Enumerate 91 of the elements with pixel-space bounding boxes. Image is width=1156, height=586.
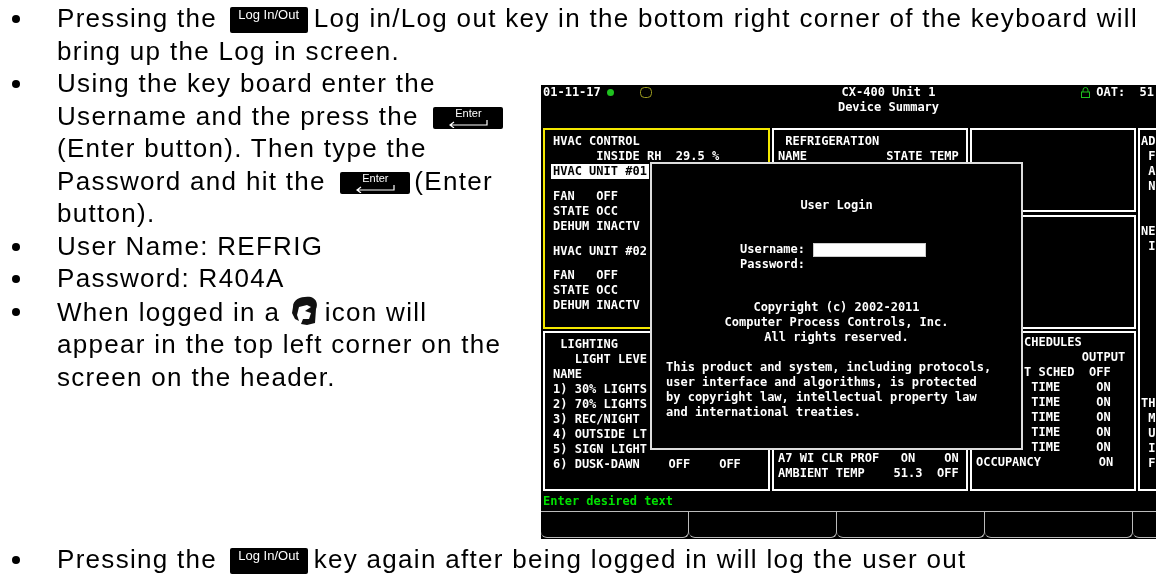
instruction-text: bring up the Log in screen. bbox=[57, 35, 400, 66]
bullet-icon bbox=[12, 242, 20, 251]
screen-text: 2) 70% LIGHTS bbox=[553, 397, 647, 412]
dialog-title: User Login bbox=[799, 198, 874, 213]
screen-text: A7 WI CLR PROF ON ON bbox=[778, 451, 959, 466]
screen-subtitle: Device Summary bbox=[837, 100, 940, 115]
screen-text: U bbox=[1147, 426, 1156, 441]
unit-name[interactable]: HVAC UNIT #01 bbox=[551, 164, 649, 179]
screen-text: M bbox=[1147, 411, 1156, 426]
screen-text: NAME STATE TEMP bbox=[778, 149, 959, 164]
notice-text: This product and system, including protocols, bbox=[666, 360, 993, 375]
bullet-icon bbox=[12, 15, 20, 23]
copyright-text: All rights reserved. bbox=[763, 330, 910, 345]
panel-title: HVAC CONTROL bbox=[553, 134, 640, 149]
instruction-text: User Name: REFRIG bbox=[57, 230, 324, 261]
key-label: Enter bbox=[362, 171, 389, 185]
screen-text: AMBIENT TEMP 51.3 OFF bbox=[778, 466, 959, 481]
username-field[interactable] bbox=[813, 242, 926, 257]
bullet-icon bbox=[12, 556, 20, 564]
instruction-text: Pressing the bbox=[57, 3, 218, 33]
screen-text: I bbox=[1147, 239, 1156, 254]
badge-icon bbox=[639, 87, 652, 98]
screen-text: STATE OCC bbox=[553, 283, 619, 299]
instruction-text: Using the key board enter the bbox=[57, 68, 436, 98]
instruction-text: Pressing the bbox=[57, 544, 218, 574]
screen-text: TIME ON bbox=[1030, 380, 1111, 395]
screen-text: 4) OUTSIDE LT bbox=[553, 427, 647, 442]
screen-text: STATE OCC bbox=[553, 203, 619, 219]
panel-title: CHEDULES bbox=[1024, 335, 1082, 350]
screen-text: TIME ON bbox=[1030, 440, 1111, 455]
lock-icon bbox=[1081, 87, 1091, 98]
screen-text: T SCHED OFF bbox=[1024, 365, 1111, 380]
screen-text: A bbox=[1147, 164, 1156, 179]
instruction-text: screen on the header. bbox=[57, 361, 336, 392]
instruction-text: key again after being logged in will log the user out bbox=[313, 544, 967, 574]
panel-title: REFRIGERATION bbox=[784, 134, 880, 149]
username-label: Username: bbox=[740, 242, 807, 257]
password-label: Password: bbox=[740, 257, 807, 272]
log-in-out-key: Log In/Out bbox=[229, 7, 308, 34]
panel-title: LIGHTING bbox=[559, 337, 618, 352]
notice-text: and international treaties. bbox=[666, 405, 863, 420]
screen-text: OCCUPANCY ON bbox=[976, 455, 1114, 470]
screen-text: I bbox=[1147, 441, 1156, 456]
date-text: 01-11-17 bbox=[543, 85, 601, 100]
instruction-text: When logged in a bbox=[57, 296, 281, 327]
screen-text: 3) REC/NIGHT bbox=[553, 412, 640, 427]
screen-text: TIME ON bbox=[1030, 425, 1111, 440]
return-arrow-icon bbox=[355, 184, 396, 193]
status-dot-icon bbox=[606, 89, 614, 96]
key-label: Enter bbox=[455, 106, 482, 120]
bullet-icon bbox=[12, 307, 20, 316]
screen-text: DEHUM INACTV bbox=[553, 298, 640, 314]
instruction-text: Username and the press the bbox=[57, 100, 419, 131]
screen-text: DEHUM INACTV bbox=[553, 218, 640, 234]
screen-text: TIME ON bbox=[1030, 410, 1111, 425]
screen-text: INSIDE RH 29.5 % bbox=[595, 149, 720, 164]
instruction-text: (Enter bbox=[414, 165, 493, 196]
screen-text: TH bbox=[1141, 396, 1156, 411]
screen-text: FAN OFF bbox=[553, 188, 619, 204]
screen-text: N bbox=[1147, 179, 1156, 194]
copyright-text: Copyright (c) 2002-2011 bbox=[752, 300, 921, 315]
instruction-text: icon will bbox=[324, 296, 428, 327]
status-text: Enter desired text bbox=[543, 493, 674, 509]
screen-text: F bbox=[1147, 149, 1156, 164]
notice-text: by copyright law, intellectual property law bbox=[666, 390, 978, 405]
notice-text: user interface and algorithms, is protected bbox=[666, 375, 978, 390]
oat-reading: OAT: 51 bbox=[1096, 85, 1154, 100]
instruction-text: Password: R404A bbox=[57, 263, 285, 293]
unit-name[interactable]: HVAC UNIT #02 bbox=[551, 243, 649, 259]
screen-text: 5) SIGN LIGHT bbox=[553, 442, 647, 457]
instruction-text: Log in/Log out key in the bottom right corner of the keyboard will bbox=[313, 3, 1138, 33]
bullet-icon bbox=[12, 80, 20, 88]
screen-text: TIME ON bbox=[1030, 395, 1111, 410]
copyright-text: Computer Process Controls, Inc. bbox=[723, 315, 950, 330]
return-arrow-icon bbox=[448, 119, 489, 128]
screen-text: F bbox=[1147, 456, 1156, 471]
log-in-out-key: Log In/Out bbox=[229, 548, 308, 575]
instruction-text: button). bbox=[57, 198, 156, 228]
bullet-icon bbox=[12, 275, 20, 283]
instruction-text: appear in the top left corner on the bbox=[57, 329, 502, 359]
screen-text: AD bbox=[1141, 134, 1156, 149]
screen-text: OUTPUT bbox=[1080, 350, 1126, 365]
screen-text: LIGHT LEVE bbox=[573, 352, 647, 367]
screen-text: 1) 30% LIGHTS bbox=[553, 382, 647, 397]
screen-text: NAME bbox=[553, 367, 582, 382]
screen-text: FAN OFF bbox=[553, 268, 619, 284]
screen-title: CX-400 Unit 1 bbox=[841, 85, 936, 100]
instruction-text: Password and hit the bbox=[57, 165, 326, 196]
screen-text: 6) DUSK-DAWN OFF OFF bbox=[553, 457, 741, 472]
screen-text: NE bbox=[1141, 224, 1156, 239]
instruction-text: (Enter button). Then type the bbox=[57, 133, 427, 163]
